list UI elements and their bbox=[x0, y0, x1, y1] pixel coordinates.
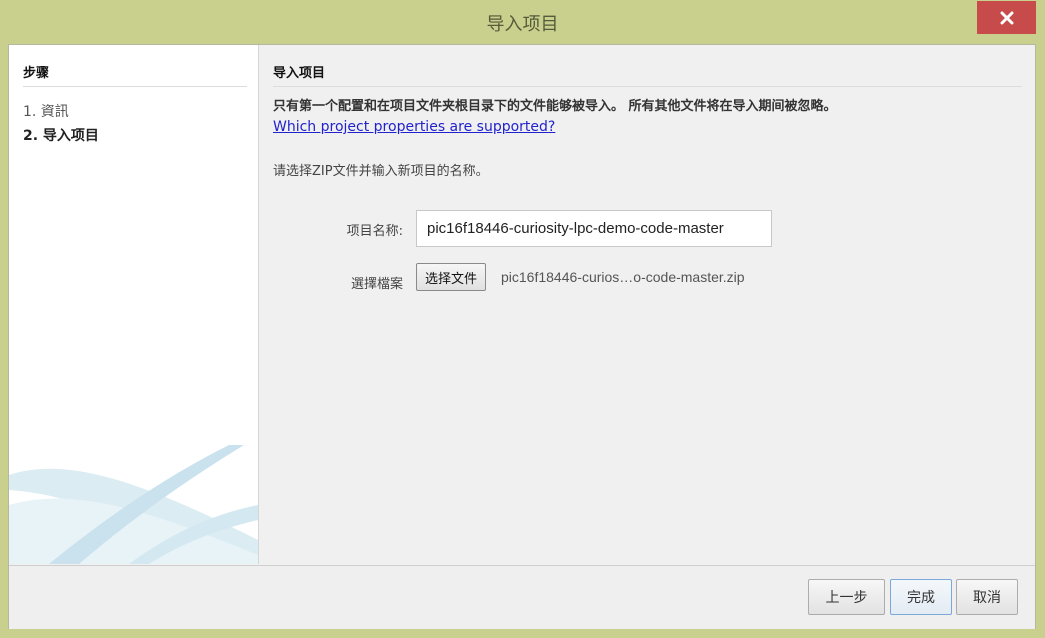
step-item-import: 2. 导入项目 bbox=[23, 128, 99, 144]
back-button[interactable]: 上一步 bbox=[808, 579, 885, 615]
content-panel: 导入项目 只有第一个配置和在项目文件夹根目录下的文件能够被导入。 所有其他文件将… bbox=[259, 45, 1035, 564]
choose-file-button[interactable]: 选择文件 bbox=[416, 263, 487, 291]
dialog-footer: 上一步 完成 取消 bbox=[9, 565, 1035, 629]
step-item-info: 1. 資訊 bbox=[23, 104, 69, 120]
decorative-swoosh bbox=[9, 445, 258, 564]
chosen-file-name: pic16f18446-curios…o-code-master.zip bbox=[501, 269, 745, 285]
file-label: 選擇檔案 bbox=[350, 277, 403, 292]
steps-panel: 步骤 1. 資訊 2. 导入项目 bbox=[9, 45, 259, 564]
finish-button[interactable]: 完成 bbox=[890, 579, 952, 615]
project-name-label: 项目名称: bbox=[346, 224, 403, 239]
instruction-text: 请选择ZIP文件并输入新项目的名称。 bbox=[273, 164, 489, 179]
cancel-button[interactable]: 取消 bbox=[956, 579, 1018, 615]
title-bar: 导入项目 bbox=[0, 0, 1045, 44]
project-name-input[interactable] bbox=[416, 210, 772, 247]
import-dialog: 步骤 1. 資訊 2. 导入项目 导入项目 只有第一个配置和在项目文件夹根目录下… bbox=[8, 44, 1036, 629]
close-button[interactable] bbox=[977, 1, 1036, 34]
content-heading: 导入项目 bbox=[273, 62, 1022, 87]
window-title: 导入项目 bbox=[486, 14, 559, 35]
supported-properties-link[interactable]: Which project properties are supported? bbox=[273, 119, 555, 135]
import-notice: 只有第一个配置和在项目文件夹根目录下的文件能够被导入。 所有其他文件将在导入期间… bbox=[273, 99, 837, 114]
steps-heading: 步骤 bbox=[23, 62, 247, 87]
close-icon bbox=[1000, 11, 1013, 24]
